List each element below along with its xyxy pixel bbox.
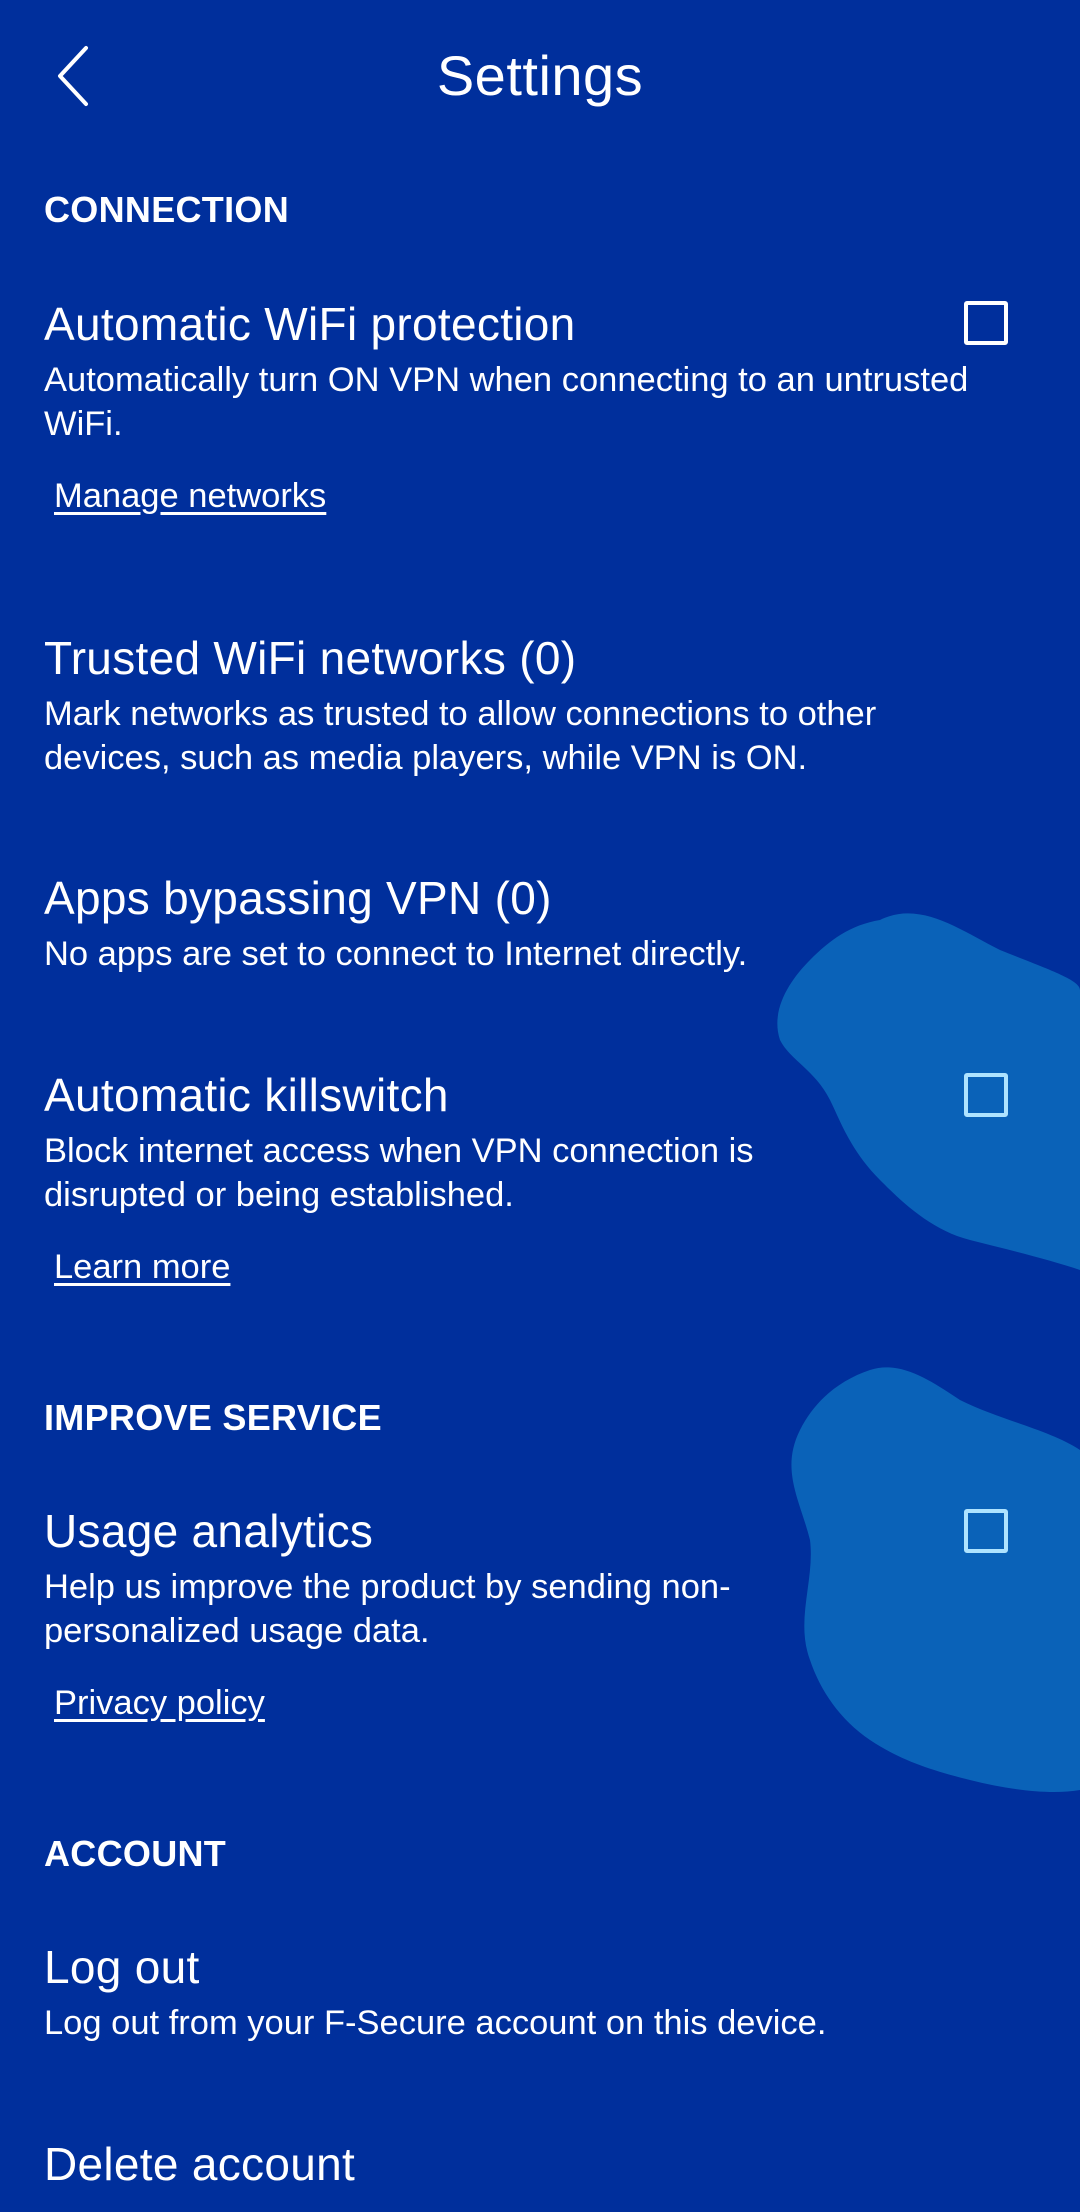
learn-more-link[interactable]: Learn more [54, 1245, 230, 1289]
setting-title: Apps bypassing VPN (0) [44, 872, 552, 924]
setting-description: Mark networks as trusted to allow connec… [44, 695, 877, 777]
section-header-improve-service: IMPROVE SERVICE [44, 1397, 382, 1438]
setting-title: Log out [44, 1941, 200, 1993]
manage-networks-link[interactable]: Manage networks [54, 474, 326, 518]
section-header-connection: CONNECTION [44, 189, 289, 230]
settings-screen: Settings CONNECTION Automatic WiFi prote… [0, 0, 1080, 2212]
setting-description: Block internet access when VPN connectio… [44, 1132, 754, 1214]
setting-delete-account[interactable]: Delete account [44, 2136, 1036, 2192]
setting-title: Delete account [44, 2138, 356, 2190]
setting-description: No apps are set to connect to Internet d… [44, 935, 748, 973]
privacy-policy-link[interactable]: Privacy policy [54, 1681, 265, 1725]
setting-description: Automatically turn ON VPN when connectin… [44, 361, 969, 443]
section-header-account: ACCOUNT [44, 1833, 227, 1874]
setting-log-out[interactable]: Log out Log out from your F-Secure accou… [44, 1939, 1036, 2045]
setting-title: Trusted WiFi networks (0) [44, 632, 577, 684]
setting-automatic-wifi-protection[interactable]: Automatic WiFi protection Automatically … [44, 296, 1036, 518]
setting-automatic-killswitch[interactable]: Automatic killswitch Block internet acce… [44, 1067, 1036, 1289]
setting-description: Help us improve the product by sending n… [44, 1568, 731, 1650]
setting-apps-bypassing-vpn[interactable]: Apps bypassing VPN (0) No apps are set t… [44, 870, 1036, 976]
header: Settings [0, 0, 1080, 160]
setting-trusted-wifi-networks[interactable]: Trusted WiFi networks (0) Mark networks … [44, 630, 1036, 780]
setting-title: Automatic WiFi protection [44, 298, 576, 350]
setting-title: Automatic killswitch [44, 1069, 449, 1121]
automatic-killswitch-checkbox[interactable] [964, 1073, 1008, 1117]
usage-analytics-checkbox[interactable] [964, 1509, 1008, 1553]
setting-usage-analytics[interactable]: Usage analytics Help us improve the prod… [44, 1503, 1036, 1725]
automatic-wifi-protection-checkbox[interactable] [964, 301, 1008, 345]
page-title: Settings [436, 44, 644, 107]
setting-description: Log out from your F-Secure account on th… [44, 2004, 827, 2042]
setting-title: Usage analytics [44, 1505, 374, 1557]
